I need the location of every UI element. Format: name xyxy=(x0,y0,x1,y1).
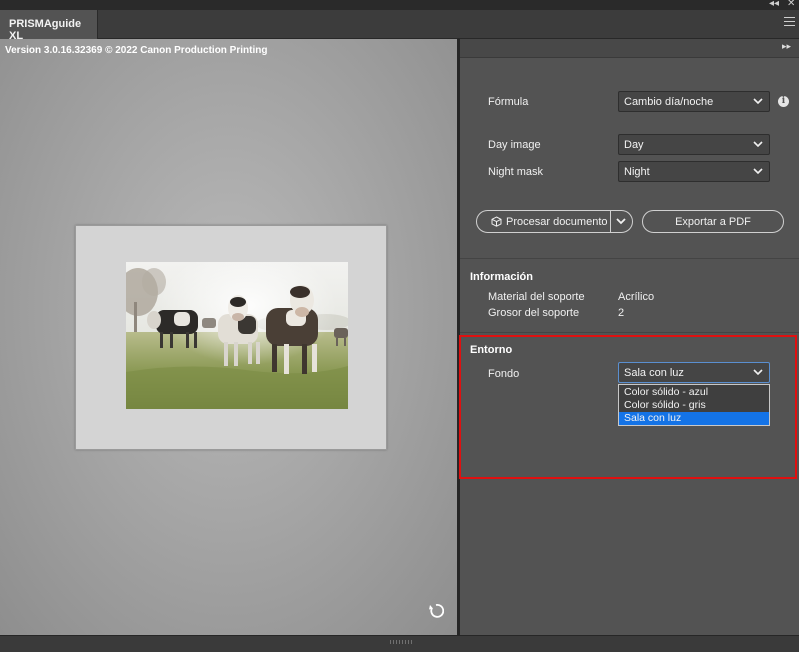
chevron-down-icon[interactable] xyxy=(616,218,626,225)
divider xyxy=(460,258,799,259)
rotate-icon[interactable] xyxy=(428,603,444,619)
hamburger-menu-icon[interactable] xyxy=(784,17,795,29)
panel-header: ▸▸ xyxy=(460,39,799,58)
cube-icon xyxy=(491,216,502,227)
process-document-button[interactable]: Procesar documento xyxy=(476,210,633,233)
close-icon[interactable]: ✕ xyxy=(787,0,795,9)
info-icon[interactable]: i xyxy=(778,96,789,107)
double-chevron-left-icon[interactable]: ◂◂ xyxy=(769,0,779,9)
divider xyxy=(460,332,799,333)
cows-photo-image xyxy=(126,262,348,409)
print-preview-board xyxy=(75,225,387,450)
chevron-down-icon xyxy=(753,168,763,174)
chevron-down-icon xyxy=(753,98,763,104)
preview-photo xyxy=(126,262,348,409)
preview-canvas: Version 3.0.16.32369 © 2022 Canon Produc… xyxy=(0,39,457,635)
formula-label: Fórmula xyxy=(488,96,529,108)
support-material-label: Material del soporte xyxy=(488,291,585,303)
highlight-box xyxy=(459,335,797,479)
version-text: Version 3.0.16.32369 © 2022 Canon Produc… xyxy=(5,45,268,56)
formula-select[interactable]: Cambio día/noche xyxy=(618,91,770,112)
process-document-label: Procesar documento xyxy=(506,216,608,228)
night-mask-value: Night xyxy=(624,166,650,178)
split-divider xyxy=(610,210,611,233)
night-mask-select[interactable]: Night xyxy=(618,161,770,182)
window-top-bar: ◂◂ ✕ xyxy=(0,0,799,10)
scroll-grip[interactable] xyxy=(390,640,412,644)
formula-value: Cambio día/noche xyxy=(624,96,714,108)
support-material-value: Acrílico xyxy=(618,291,655,303)
support-thickness-label: Grosor del soporte xyxy=(488,307,580,319)
horizontal-scrollbar[interactable] xyxy=(0,635,799,652)
day-image-value: Day xyxy=(624,139,644,151)
export-pdf-button[interactable]: Exportar a PDF xyxy=(642,210,784,233)
export-pdf-label: Exportar a PDF xyxy=(675,216,751,228)
double-chevron-right-icon[interactable]: ▸▸ xyxy=(782,41,791,52)
day-image-label: Day image xyxy=(488,139,541,151)
info-section-title: Información xyxy=(470,271,533,283)
chevron-down-icon xyxy=(753,141,763,147)
tab-prismaguide[interactable]: PRISMAguide XL xyxy=(0,10,98,42)
support-thickness-value: 2 xyxy=(618,307,625,319)
night-mask-label: Night mask xyxy=(488,166,544,178)
day-image-select[interactable]: Day xyxy=(618,134,770,155)
tab-bar xyxy=(0,10,799,39)
